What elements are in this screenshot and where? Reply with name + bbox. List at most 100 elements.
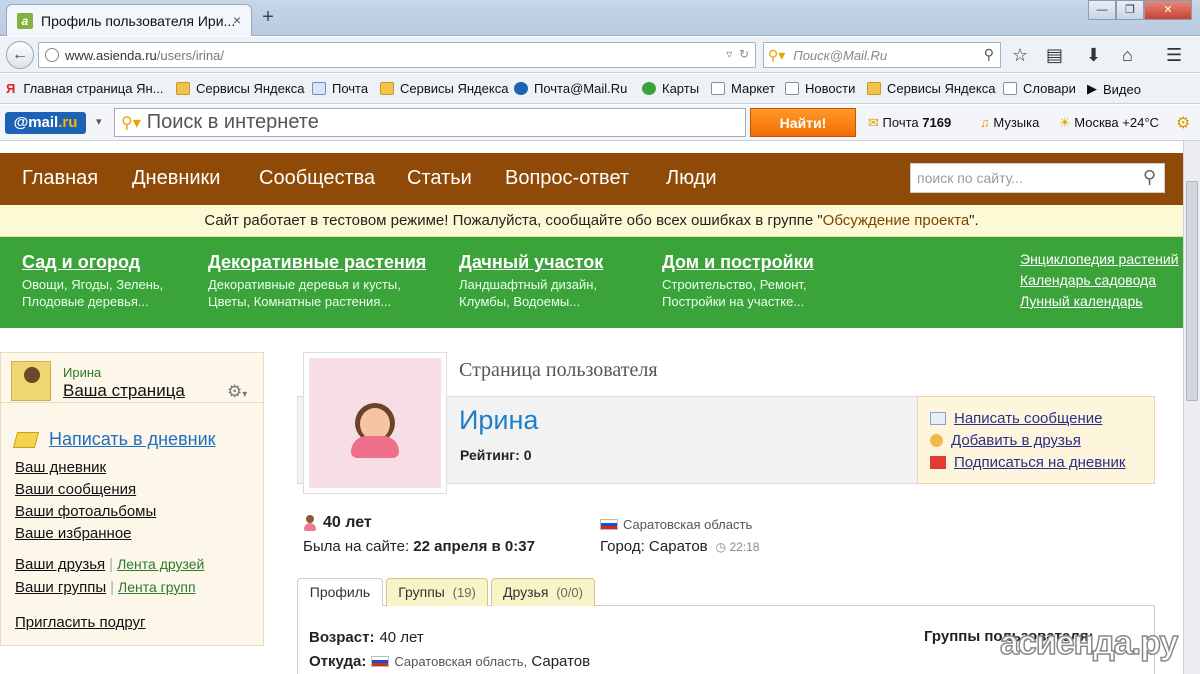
your-messages-link[interactable]: Ваши сообщения	[15, 481, 136, 498]
reload-icon[interactable]: ▿ ↻	[726, 47, 749, 61]
find-button[interactable]: Найти!	[750, 108, 856, 137]
nav-people[interactable]: Люди	[666, 167, 717, 190]
bookmarks-list-icon[interactable]: ▤	[1046, 45, 1063, 66]
your-diary-link[interactable]: Ваш дневник	[15, 459, 106, 476]
close-tab-icon[interactable]: ×	[233, 12, 241, 28]
sidebar-user-name[interactable]: Ирина	[63, 365, 101, 380]
bookmark-item[interactable]: Маркет	[711, 81, 775, 96]
test-mode-notice: Сайт работает в тестовом режиме! Пожалуй…	[0, 205, 1183, 237]
invite-friends-link[interactable]: Пригласить подруг	[15, 614, 146, 631]
category-sub: Ландшафтный дизайн,	[459, 277, 598, 292]
search-engine-icon[interactable]: ⚲▾	[121, 113, 141, 133]
dict-icon	[1003, 82, 1017, 95]
folder-icon	[176, 82, 190, 95]
write-diary-label: Написать в дневник	[49, 429, 216, 449]
local-time: ◷ 22:18	[715, 539, 760, 554]
bookmark-item[interactable]: Словари	[1003, 81, 1076, 96]
close-window-button[interactable]: ✕	[1144, 0, 1192, 20]
bookmark-item[interactable]: Карты	[642, 81, 699, 96]
bookmark-item[interactable]: Сервисы Яндекса	[176, 81, 304, 96]
tab-groups[interactable]: Группы (19)	[386, 578, 488, 606]
lunar-calendar-link[interactable]: Лунный календарь	[1020, 293, 1143, 309]
site-favicon-icon: a	[17, 12, 33, 29]
notepad-icon	[12, 431, 40, 448]
bookmark-item[interactable]: Новости	[785, 81, 855, 96]
browser-search-box[interactable]: ⚲▾ Поиск@Mail.Ru ⚲	[763, 42, 1001, 68]
page-scrollbar[interactable]	[1183, 141, 1200, 674]
browser-navigation-bar: ← www.asienda.ru/users/irina/ ▿ ↻ ⚲▾ Пои…	[0, 37, 1200, 73]
nav-communities[interactable]: Сообщества	[259, 167, 375, 190]
gear-icon[interactable]: ⚙▾	[227, 382, 247, 402]
bookmark-item[interactable]: Сервисы Яндекса	[380, 81, 508, 96]
music-icon: ♫	[980, 115, 990, 130]
browser-search-placeholder: Поиск@Mail.Ru	[793, 47, 888, 63]
category-house[interactable]: Дом и постройки	[662, 252, 814, 273]
write-diary-link[interactable]: Написать в дневник	[12, 429, 216, 450]
downloads-icon[interactable]: ⬇	[1086, 45, 1101, 66]
bookmark-item[interactable]: Я Главная страница Ян...	[6, 81, 163, 96]
bookmark-item[interactable]: Почта	[312, 81, 368, 96]
your-favorites-link[interactable]: Ваше избранное	[15, 525, 132, 542]
russia-flag-icon	[600, 519, 618, 530]
back-button[interactable]: ←	[6, 41, 34, 69]
your-page-link[interactable]: Ваша страница	[63, 381, 185, 401]
discussion-link[interactable]: Обсуждение проекта	[823, 212, 969, 229]
folder-icon	[867, 82, 881, 95]
nav-qa[interactable]: Вопрос-ответ	[505, 167, 629, 190]
category-decorative[interactable]: Декоративные растения	[208, 252, 426, 273]
music-link[interactable]: ♫ Музыка	[980, 115, 1039, 130]
profile-actions: Написать сообщение Добавить в друзья Под…	[917, 396, 1155, 484]
groups-feed-link[interactable]: Лента групп	[118, 579, 196, 595]
profile-photo[interactable]	[303, 352, 447, 494]
mailru-toolbar: @mail.ru ▾ ⚲▾ Поиск в интернете Найти! ✉…	[0, 105, 1200, 141]
bookmark-star-icon[interactable]: ☆	[1012, 45, 1028, 66]
friends-feed-link[interactable]: Лента друзей	[117, 556, 204, 572]
category-garden[interactable]: Сад и огород	[22, 252, 140, 273]
tab-profile[interactable]: Профиль	[297, 578, 383, 607]
your-friends-link[interactable]: Ваши друзья	[15, 556, 105, 573]
category-plot[interactable]: Дачный участок	[459, 252, 603, 273]
field-from: Откуда: Саратовская область, Саратов	[309, 653, 591, 670]
settings-gear-icon[interactable]: ⚙	[1176, 113, 1190, 133]
browser-tab[interactable]: a Профиль пользователя Ири... ×	[6, 4, 252, 36]
mailru-logo[interactable]: @mail.ru	[5, 112, 86, 134]
add-friend-link[interactable]: Добавить в друзья	[930, 432, 1081, 449]
scrollbar-thumb[interactable]	[1186, 181, 1198, 401]
mailru-search-placeholder: Поиск в интернете	[146, 111, 319, 133]
chevron-down-icon[interactable]: ▾	[96, 115, 102, 128]
send-message-link[interactable]: Написать сообщение	[930, 410, 1103, 427]
bookmark-item[interactable]: Почта@Mail.Ru	[514, 81, 627, 96]
bookmark-item[interactable]: ▶ Видео	[1087, 81, 1141, 97]
site-search-input[interactable]: поиск по сайту... ⚲	[910, 163, 1165, 193]
address-bar[interactable]: www.asienda.ru/users/irina/ ▿ ↻	[38, 42, 756, 68]
plant-encyclopedia-link[interactable]: Энциклопедия растений	[1020, 251, 1179, 267]
profile-username: Ирина	[459, 405, 539, 435]
site-watermark: асиенда.ру	[999, 623, 1179, 663]
subscribe-diary-link[interactable]: Подписаться на дневник	[930, 454, 1125, 471]
search-engine-icon[interactable]: ⚲▾	[768, 47, 785, 64]
tab-friends[interactable]: Друзья (0/0)	[491, 578, 595, 606]
your-albums-link[interactable]: Ваши фотоальбомы	[15, 503, 156, 520]
new-tab-button[interactable]: +	[258, 6, 278, 29]
minimize-button[interactable]: —	[1088, 0, 1116, 20]
mailru-search-input[interactable]: ⚲▾ Поиск в интернете	[114, 108, 746, 137]
gardener-calendar-link[interactable]: Календарь садовода	[1020, 272, 1156, 288]
search-icon[interactable]: ⚲	[984, 46, 994, 63]
browser-tab-bar: a Профиль пользователя Ири... × + — ❐ ✕	[0, 0, 1200, 36]
nav-home[interactable]: Главная	[22, 167, 98, 190]
mail-counter[interactable]: ✉ Почта 7169	[868, 115, 951, 131]
your-groups-link[interactable]: Ваши группы	[15, 579, 106, 596]
search-icon[interactable]: ⚲	[1143, 167, 1156, 188]
weather-widget[interactable]: ☀ Москва +24°C	[1059, 115, 1159, 131]
home-icon[interactable]: ⌂	[1122, 45, 1133, 66]
tab-title: Профиль пользователя Ири...	[41, 12, 236, 29]
profile-tabs: Профиль Группы (19) Друзья (0/0)	[297, 578, 1155, 607]
site-main-nav: Главная Дневники Сообщества Статьи Вопро…	[0, 153, 1183, 205]
bookmark-item[interactable]: Сервисы Яндекса	[867, 81, 995, 96]
nav-articles[interactable]: Статьи	[407, 167, 472, 190]
restore-button[interactable]: ❐	[1116, 0, 1144, 20]
avatar[interactable]	[11, 361, 51, 401]
nav-diaries[interactable]: Дневники	[132, 167, 220, 190]
menu-icon[interactable]: ☰	[1166, 45, 1182, 66]
sun-icon: ☀	[1059, 115, 1071, 130]
